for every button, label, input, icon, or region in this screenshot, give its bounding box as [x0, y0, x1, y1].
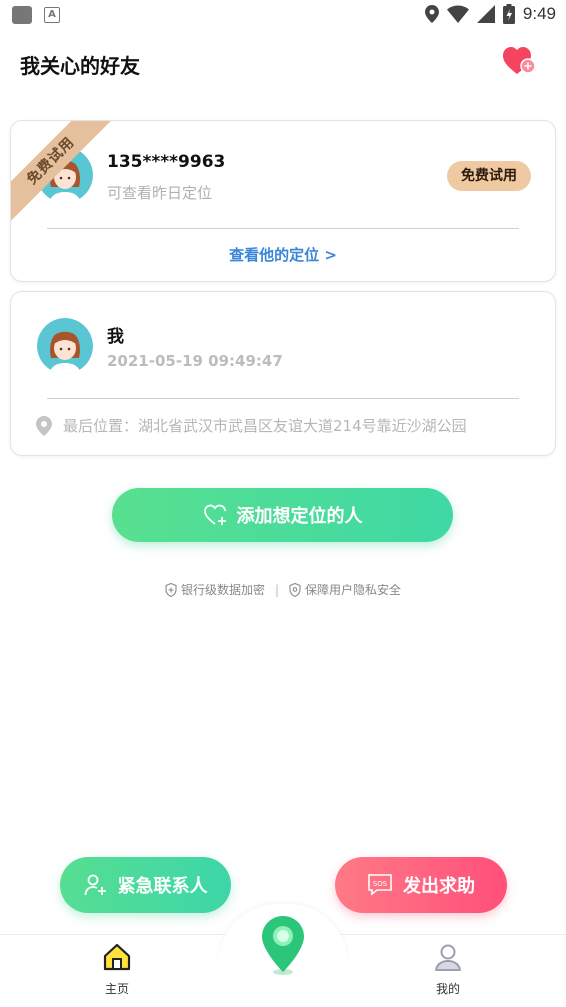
nav-mine-label: 我的	[435, 982, 460, 996]
nav-home[interactable]: 主页	[77, 942, 157, 997]
add-person-label: 添加想定位的人	[236, 506, 363, 527]
add-contact-icon	[84, 874, 106, 896]
user-icon	[435, 944, 461, 971]
friend-phone: 135****9963	[107, 152, 226, 172]
friend-subtitle: 可查看昨日定位	[107, 184, 213, 202]
location-marker-icon	[262, 916, 304, 975]
notification-app-icon	[12, 6, 32, 24]
page-title: 我关心的好友	[20, 54, 140, 78]
location-pin-icon	[36, 415, 52, 436]
nav-home-label: 主页	[104, 982, 129, 996]
home-icon	[103, 943, 131, 971]
heart-plus-outline-icon	[203, 504, 226, 525]
divider	[47, 398, 519, 399]
security-notice: 银行级数据加密 | 保障用户隐私安全	[0, 581, 566, 598]
emergency-contacts-label: 紧急联系人	[117, 876, 208, 897]
friend-card[interactable]: 免费试用 135****9963 可查看昨日定位 免费试用 查看他的定位 >	[10, 120, 556, 282]
battery-icon	[502, 4, 515, 24]
send-sos-button[interactable]: SOS 发出求助	[335, 857, 507, 913]
self-card[interactable]: 我 2021-05-19 09:49:47 最后位置：湖北省武汉市武昌区友谊大道…	[10, 291, 556, 456]
avatar	[37, 318, 93, 374]
svg-text:SOS: SOS	[373, 880, 388, 888]
divider	[47, 228, 519, 229]
status-bar: A 9:49	[0, 0, 566, 30]
send-sos-label: 发出求助	[403, 876, 475, 897]
trial-ribbon: 免费试用	[11, 121, 111, 221]
nav-locate-button[interactable]	[258, 914, 308, 978]
self-name: 我	[107, 327, 124, 347]
add-person-button[interactable]: 添加想定位的人	[112, 488, 453, 542]
location-status-icon	[424, 5, 439, 23]
sos-message-icon: SOS	[368, 874, 392, 896]
last-location-text: 最后位置：湖北省武汉市武昌区友谊大道214号靠近沙湖公园	[63, 417, 467, 435]
notification-a-icon: A	[44, 7, 60, 23]
shield-privacy-icon	[289, 582, 301, 597]
free-trial-badge[interactable]: 免费试用	[447, 161, 531, 191]
nav-mine[interactable]: 我的	[408, 942, 488, 997]
last-location-row: 最后位置：湖北省武汉市武昌区友谊大道214号靠近沙湖公园	[35, 415, 467, 436]
security-text-privacy: 保障用户隐私安全	[305, 583, 402, 597]
security-text-encryption: 银行级数据加密	[180, 583, 265, 597]
signal-icon	[476, 5, 495, 23]
wifi-icon	[446, 5, 469, 23]
separator: |	[274, 582, 280, 597]
clock: 9:49	[522, 4, 556, 23]
heart-plus-icon	[503, 47, 536, 74]
view-location-link[interactable]: 查看他的定位 >	[11, 244, 555, 265]
emergency-contacts-button[interactable]: 紧急联系人	[60, 857, 231, 913]
shield-plus-icon	[165, 582, 177, 597]
favorite-add-button[interactable]	[500, 44, 540, 80]
last-update-time: 2021-05-19 09:49:47	[107, 352, 283, 370]
